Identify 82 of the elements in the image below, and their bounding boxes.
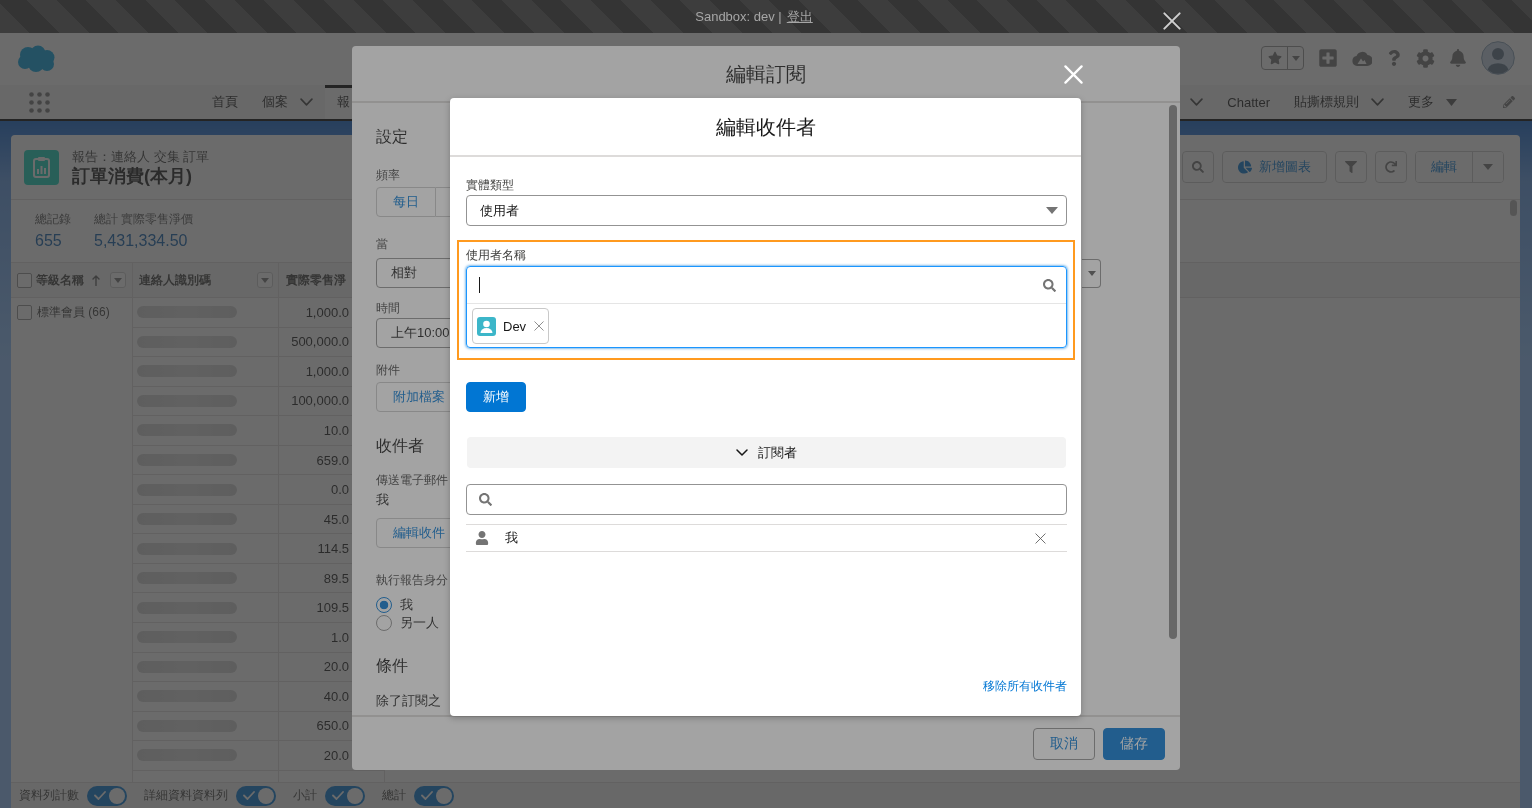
search-icon [1192, 161, 1204, 173]
user-avatar-icon [477, 316, 496, 336]
caret-down-icon [1291, 55, 1300, 61]
column-menu-button[interactable] [257, 272, 273, 288]
row-checkbox[interactable] [17, 305, 32, 321]
select-all-checkbox[interactable] [17, 272, 32, 288]
summary-value: 655 [35, 231, 63, 251]
toggle-switch[interactable] [87, 785, 127, 806]
toggle-knob [258, 787, 274, 804]
field-label: 當 [376, 236, 388, 252]
cloud-mountain-icon[interactable] [1352, 49, 1372, 67]
cloud-logo [16, 45, 56, 73]
field-label: 實體類型 [466, 177, 515, 193]
field-label: 頻率 [376, 167, 400, 183]
radio-label: 另一人 [400, 614, 439, 632]
radio-button[interactable] [376, 615, 392, 631]
caret-down-icon [1046, 207, 1058, 214]
search-icon [479, 493, 492, 506]
radio-button[interactable] [376, 597, 392, 613]
field-label: 使用者名稱 [466, 247, 527, 263]
refresh-icon [1385, 161, 1397, 173]
report-title: 訂單消費(本月) [72, 164, 193, 187]
filter-icon [1345, 161, 1357, 173]
modal-title: 編輯收件者 [715, 114, 816, 140]
radio-label: 我 [400, 596, 413, 614]
user-icon [475, 531, 489, 545]
nav-tab[interactable]: 個案 [250, 85, 325, 119]
search-button[interactable] [1182, 151, 1214, 183]
toggle-knob [436, 787, 452, 804]
column-menu-button[interactable] [110, 272, 126, 288]
check-icon [332, 791, 344, 800]
remove-all-link[interactable]: 移除所有收件者 [983, 678, 1067, 694]
section-heading: 設定 [376, 127, 408, 147]
caret-down-icon [1483, 164, 1493, 170]
cancel-button[interactable]: 取消 [1033, 727, 1095, 760]
close-icon[interactable] [1163, 12, 1181, 30]
selected-user-pill[interactable]: Dev [472, 308, 550, 344]
toggle-knob [109, 787, 125, 804]
toggle-switch[interactable] [414, 785, 454, 806]
help-icon[interactable] [1386, 50, 1402, 66]
user-lookup-field[interactable]: Dev [466, 266, 1067, 348]
settings-icon[interactable] [1416, 48, 1435, 68]
refresh-button[interactable] [1375, 151, 1407, 183]
star-icon [1267, 51, 1282, 65]
caret-down-icon [1088, 271, 1096, 276]
select-field[interactable] [1082, 259, 1101, 288]
nav-tab[interactable]: Chatter [1215, 85, 1282, 119]
add-chart-button[interactable]: 新增圖表 [1222, 151, 1327, 183]
pencil-icon[interactable] [1503, 96, 1515, 108]
toggle-knob [347, 787, 363, 804]
save-button[interactable]: 儲存 [1103, 727, 1165, 760]
add-button[interactable]: 新增 [466, 382, 526, 412]
favorites-menu-button[interactable] [1287, 47, 1303, 69]
frequency-option-button[interactable]: 每日 [376, 187, 436, 217]
logout-link[interactable]: 登出 [786, 7, 813, 26]
caret-down-icon [261, 277, 269, 283]
report-icon [24, 149, 59, 185]
user-avatar[interactable] [1481, 41, 1515, 75]
text-cursor [479, 277, 480, 293]
check-icon [94, 791, 106, 800]
remove-icon[interactable] [1035, 532, 1046, 544]
search-field[interactable] [466, 484, 1067, 515]
add-icon[interactable] [1318, 48, 1338, 68]
entity-type-select[interactable]: 使用者 [466, 195, 1067, 226]
caret-down-icon [114, 277, 122, 283]
modal-title: 編輯訂閱 [726, 61, 806, 87]
nav-tab[interactable]: 更多 [1396, 85, 1469, 119]
sandbox-label: Sandbox: dev | [695, 9, 782, 24]
bell-icon[interactable] [1449, 49, 1467, 67]
remove-icon[interactable] [534, 321, 545, 331]
search-icon [1043, 278, 1056, 292]
summary-value: 5,431,334.50 [94, 231, 189, 251]
check-icon [421, 791, 433, 800]
recipient-name: 我 [505, 529, 518, 547]
filter-button[interactable] [1335, 151, 1367, 183]
edit-menu-button[interactable] [1472, 152, 1503, 182]
section-toggle-button[interactable]: 訂閱者 [467, 437, 1066, 468]
toggle-switch[interactable] [236, 785, 276, 806]
pie-chart-icon [1238, 160, 1252, 174]
check-icon [243, 791, 255, 800]
grid-icon [29, 91, 50, 113]
toggle-switch[interactable] [325, 785, 365, 806]
